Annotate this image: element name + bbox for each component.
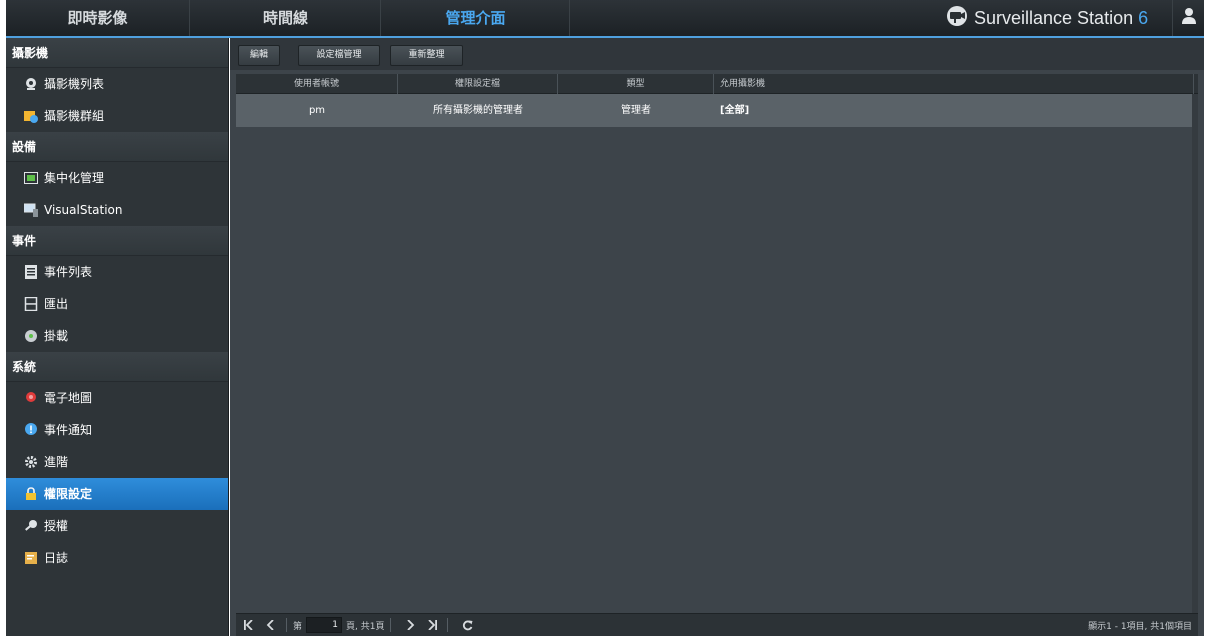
- table-body: pm 所有攝影機的管理者 管理者 [全部]: [236, 94, 1198, 613]
- pagination-info: 顯示1 - 1項目, 共1個項目: [1088, 622, 1192, 632]
- table-header: 使用者帳號 權限設定檔 類型 允用攝影機: [236, 74, 1198, 94]
- main-panel: 編輯 設定檔管理 重新整理 使用者帳號 權限設定檔 類型 允用攝影機 pm 所有…: [230, 38, 1204, 636]
- sidebar-item-label: 攝影機群組: [44, 109, 105, 123]
- tab-divider: [189, 0, 190, 36]
- sidebar-item-emap[interactable]: 電子地圖: [6, 382, 228, 414]
- section-camera: 攝影機: [6, 38, 228, 68]
- tab-divider: [380, 0, 381, 36]
- folder-camera-icon: [24, 109, 38, 123]
- sidebar: 攝影機 攝影機列表 攝影機群組 設備 集中化管理 VisualStation 事…: [6, 38, 229, 636]
- sidebar-item-advanced[interactable]: 進階: [6, 446, 228, 478]
- brand-version: 6: [1138, 7, 1149, 28]
- cell-profile: 所有攝影機的管理者: [433, 105, 523, 116]
- cell-type: 管理者: [621, 105, 651, 116]
- tab-management[interactable]: 管理介面: [382, 0, 569, 36]
- film-icon: [24, 297, 38, 311]
- toolbar: 編輯 設定檔管理 重新整理: [230, 38, 1204, 70]
- lock-icon: [24, 487, 38, 501]
- sidebar-item-license[interactable]: 授權: [6, 510, 228, 542]
- last-page-icon[interactable]: [423, 616, 441, 634]
- display-icon: [24, 203, 38, 217]
- cell-user: pm: [308, 105, 326, 116]
- tab-timeline[interactable]: 時間線: [191, 0, 380, 36]
- key-icon: [24, 519, 38, 533]
- column-header-cameras[interactable]: 允用攝影機: [714, 74, 1194, 94]
- sidebar-item-privilege[interactable]: 權限設定: [6, 478, 228, 510]
- pager-divider: [286, 618, 287, 632]
- sidebar-item-export[interactable]: 匯出: [6, 288, 228, 320]
- page-prefix: 第: [293, 621, 303, 632]
- first-page-icon[interactable]: [240, 616, 258, 634]
- sidebar-item-label: 事件通知: [44, 423, 93, 437]
- cell-cameras: [全部]: [720, 105, 750, 116]
- sidebar-item-label: 事件列表: [44, 265, 93, 279]
- tab-live-view[interactable]: 即時影像: [6, 0, 189, 36]
- sidebar-item-label: 授權: [44, 519, 69, 533]
- user-menu-button[interactable]: [1174, 0, 1204, 36]
- pagination-bar: 第 頁, 共1頁 顯示1 - 1項目, 共1個項目: [236, 613, 1198, 636]
- next-page-icon[interactable]: [401, 616, 419, 634]
- sidebar-item-event-list[interactable]: 事件列表: [6, 256, 228, 288]
- sidebar-item-mount[interactable]: 掛載: [6, 320, 228, 352]
- section-events: 事件: [6, 226, 228, 256]
- notification-icon: [24, 423, 38, 437]
- log-icon: [24, 551, 38, 565]
- pager-divider: [390, 618, 392, 632]
- gear-icon: [24, 455, 38, 469]
- sidebar-item-label: 匯出: [44, 297, 69, 311]
- profile-management-button[interactable]: 設定檔管理: [298, 45, 380, 66]
- sidebar-item-notification[interactable]: 事件通知: [6, 414, 228, 446]
- tab-divider: [569, 0, 570, 36]
- page-suffix: 頁, 共1頁: [346, 621, 385, 632]
- section-system: 系統: [6, 352, 228, 382]
- monitor-icon: [24, 171, 38, 185]
- reload-icon[interactable]: [458, 616, 476, 634]
- vertical-scrollbar[interactable]: [1192, 94, 1198, 613]
- camera-icon: [24, 77, 38, 91]
- disc-icon: [24, 329, 38, 343]
- sidebar-item-label: 掛載: [44, 329, 69, 343]
- sidebar-item-camera-list[interactable]: 攝影機列表: [6, 68, 228, 100]
- list-icon: [24, 265, 38, 279]
- sidebar-item-label: 集中化管理: [44, 171, 105, 185]
- sidebar-item-cms[interactable]: 集中化管理: [6, 162, 228, 194]
- top-nav: 即時影像 時間線 管理介面 Surveillance Station 6: [6, 0, 1204, 38]
- map-pin-icon: [24, 391, 38, 405]
- column-header-type[interactable]: 類型: [558, 74, 714, 94]
- refresh-button[interactable]: 重新整理: [390, 45, 463, 66]
- user-icon: [1181, 7, 1197, 29]
- sidebar-item-label: 攝影機列表: [44, 77, 105, 91]
- sidebar-item-label: 日誌: [44, 551, 69, 565]
- sidebar-item-visualstation[interactable]: VisualStation: [6, 194, 228, 226]
- section-devices: 設備: [6, 132, 228, 162]
- column-header-user[interactable]: 使用者帳號: [236, 74, 398, 94]
- tab-divider: [1172, 0, 1173, 36]
- pager-divider: [447, 618, 449, 632]
- sidebar-item-log[interactable]: 日誌: [6, 542, 228, 574]
- page-number-input[interactable]: [306, 617, 343, 633]
- sidebar-item-label: VisualStation: [44, 203, 123, 217]
- camera-logo-icon: [946, 5, 968, 31]
- sidebar-item-label: 權限設定: [44, 487, 93, 501]
- brand: Surveillance Station 6: [946, 0, 1148, 36]
- brand-name: Surveillance Station: [974, 7, 1134, 28]
- prev-page-icon[interactable]: [262, 616, 280, 634]
- column-header-profile[interactable]: 權限設定檔: [398, 74, 558, 94]
- sidebar-item-camera-group[interactable]: 攝影機群組: [6, 100, 228, 132]
- table-row[interactable]: pm 所有攝影機的管理者 管理者 [全部]: [236, 94, 1192, 127]
- sidebar-item-label: 電子地圖: [44, 391, 93, 405]
- sidebar-item-label: 進階: [44, 455, 69, 469]
- edit-button[interactable]: 編輯: [238, 45, 280, 66]
